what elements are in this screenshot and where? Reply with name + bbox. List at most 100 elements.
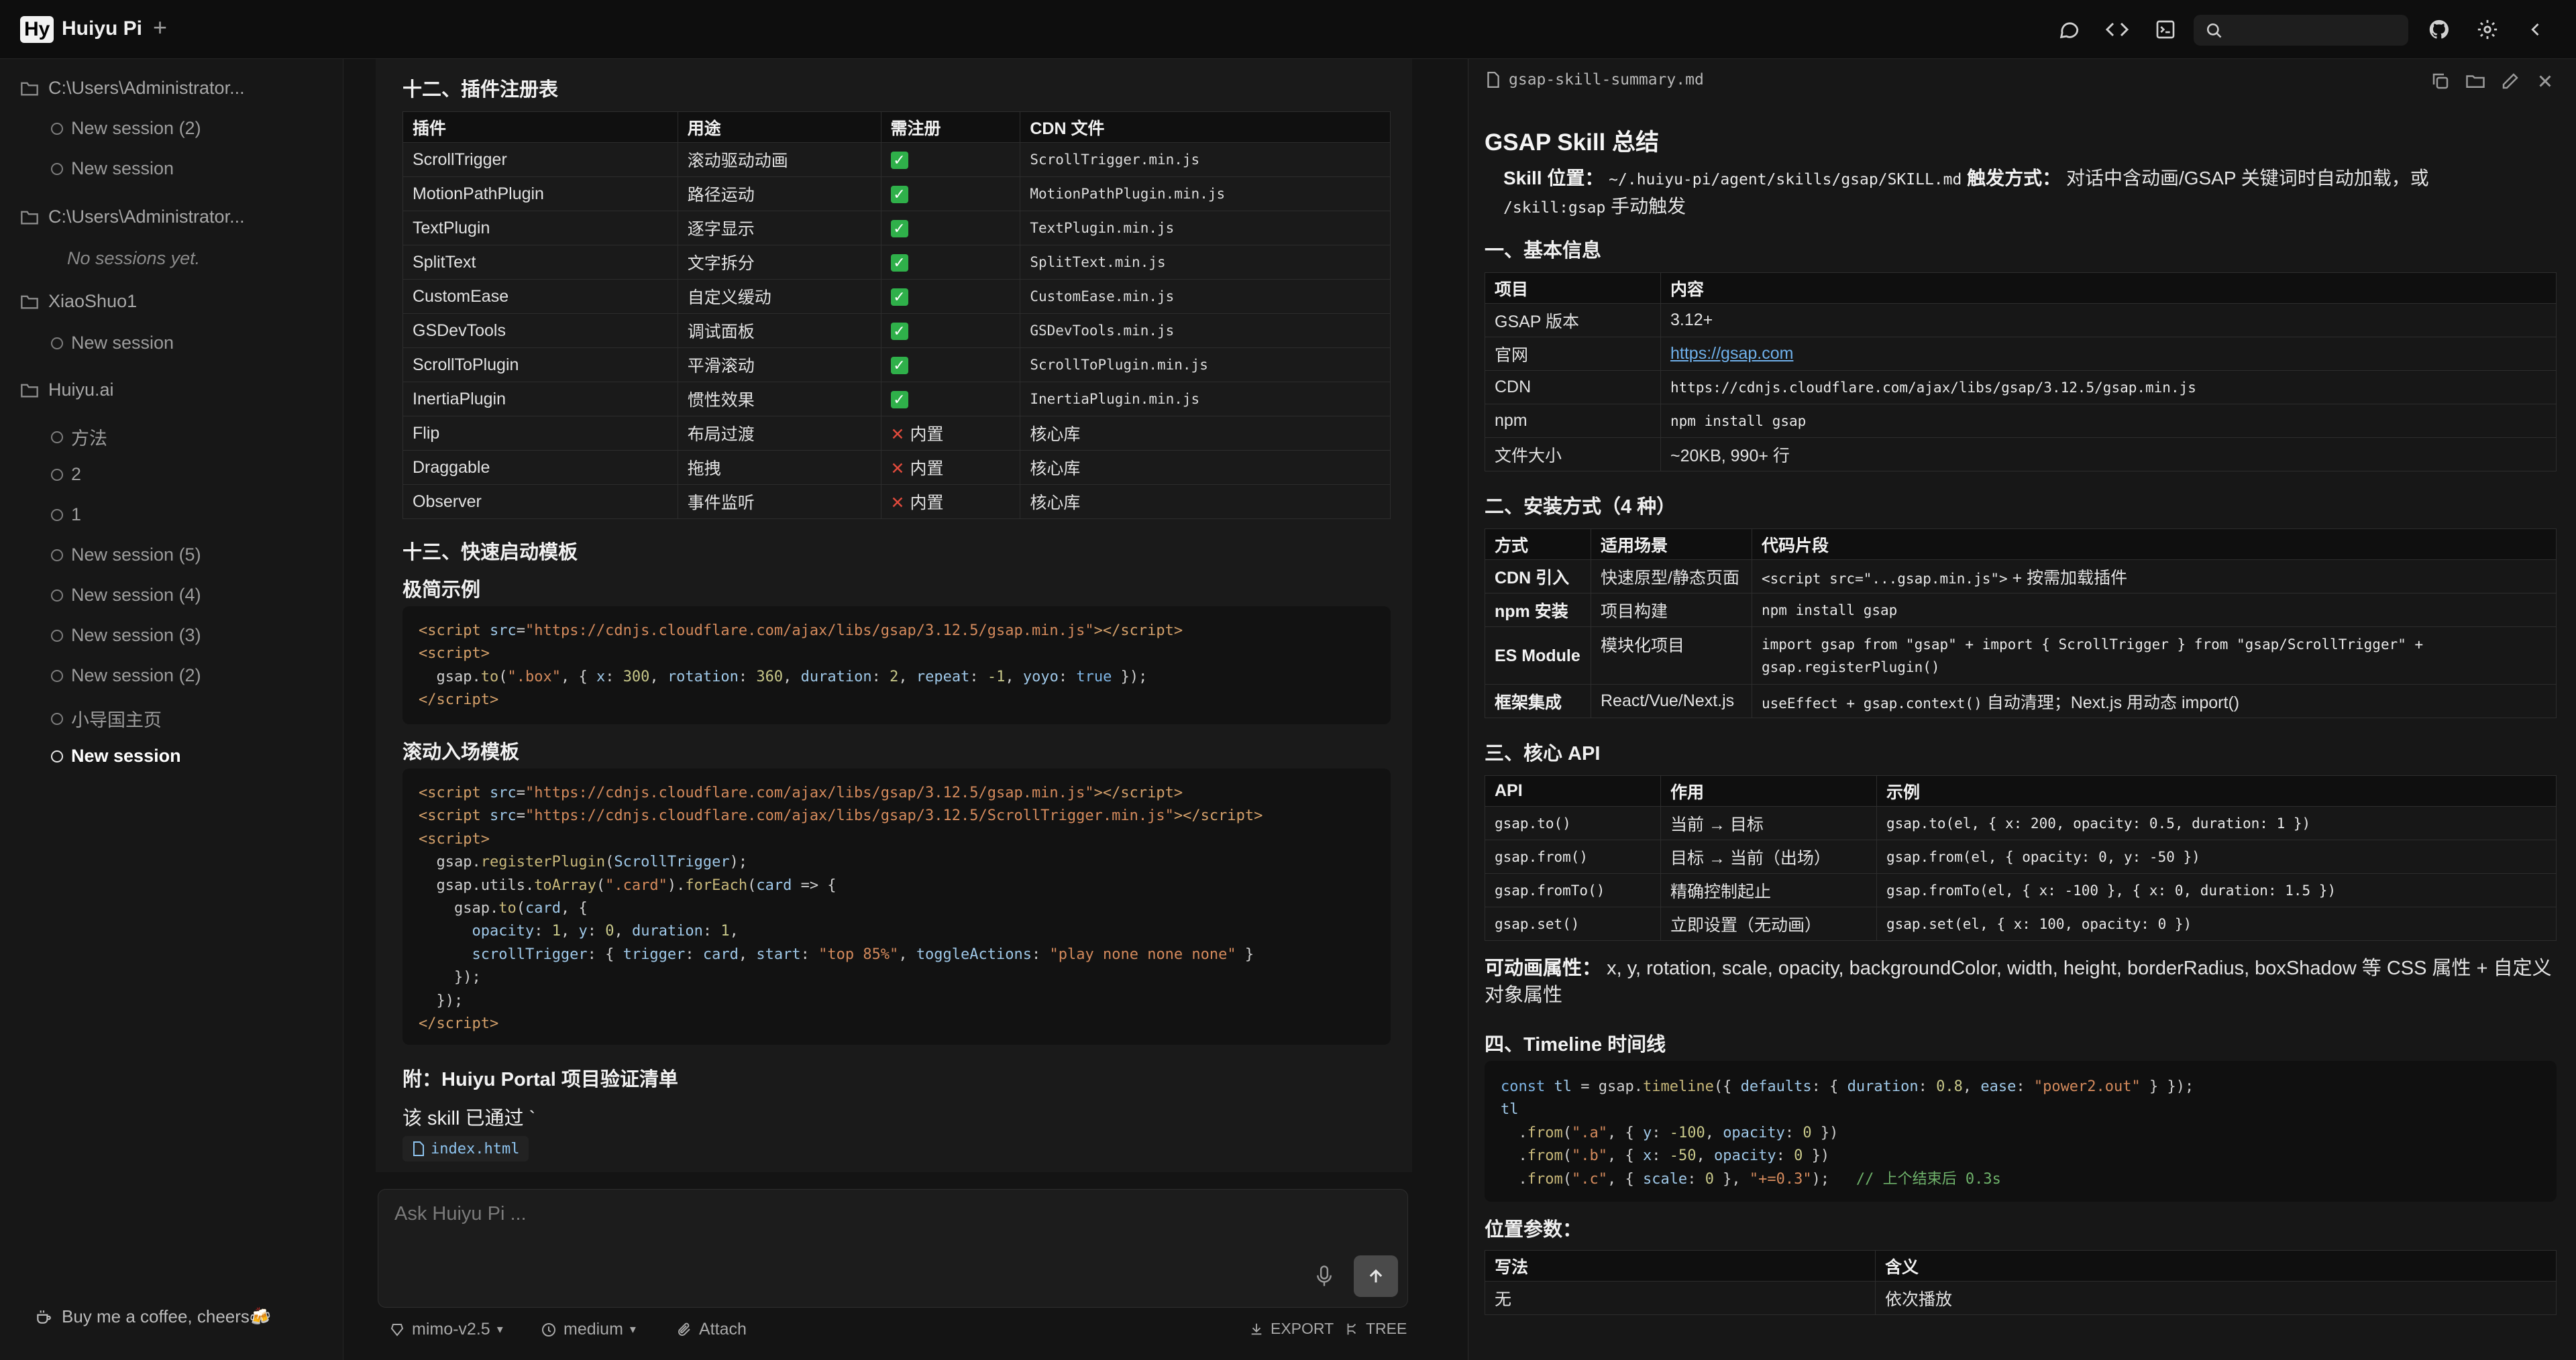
sidebar-session[interactable]: New session (5) [51, 545, 201, 565]
sidebar-session[interactable]: New session (4) [51, 585, 201, 606]
chevron-left-icon[interactable] [2522, 16, 2549, 43]
sidebar-session[interactable]: 小导国主页 [51, 705, 162, 732]
copy-icon[interactable] [2430, 71, 2451, 91]
sidebar-session[interactable]: 2 [51, 464, 81, 485]
table-cell: 无 [1485, 1281, 1876, 1315]
session-dot-icon [51, 629, 63, 642]
table-row: Flip 布局过渡 ✕ 内置 核心库 [402, 416, 1391, 451]
table-cell: 3.12+ [1660, 303, 2557, 337]
table-cell: gsap.fromTo(el, { x: -100 }, { x: 0, dur… [1876, 873, 2557, 907]
search-input[interactable] [2194, 15, 2408, 46]
file-chip[interactable]: index.html [402, 1136, 529, 1161]
table-cell: GSDevTools.min.js [1020, 313, 1391, 348]
top-bar: Hy Huiyu Pi + [0, 0, 2576, 59]
open-folder-icon[interactable] [2465, 71, 2485, 91]
model-icon [390, 1323, 404, 1337]
code-block-scroll[interactable]: <script src="https://cdnjs.cloudflare.co… [402, 769, 1391, 1045]
prompt-input[interactable]: Ask Huiyu Pi ... [394, 1203, 527, 1225]
table-cell: 目标 → 当前（出场） [1660, 840, 1877, 874]
session-dot-icon [51, 468, 63, 481]
table-cell: ScrollTrigger.min.js [1020, 142, 1391, 177]
model-selector[interactable]: mimo-v2.5 ▾ [389, 1320, 503, 1339]
table-cell: 模块化项目 [1591, 626, 1752, 685]
sidebar-folder[interactable]: C:\Users\Administrator... [20, 207, 245, 227]
edit-icon[interactable] [2500, 71, 2520, 91]
close-icon[interactable] [2535, 71, 2555, 91]
no-sessions-text: No sessions yet. [67, 248, 201, 268]
section-heading: 二、安装方式（4 种） [1485, 496, 1676, 518]
table-cell: ES Module [1485, 626, 1591, 685]
table-cell: ~20KB, 990+ 行 [1660, 437, 2557, 471]
tree-button[interactable]: TREE [1344, 1320, 1407, 1338]
prompt-composer[interactable]: Ask Huiyu Pi ... [378, 1189, 1408, 1308]
sidebar-session[interactable]: New session (2) [51, 665, 201, 686]
table-row: ScrollTrigger 滚动驱动动画 ✓ ScrollTrigger.min.js [402, 142, 1391, 177]
session-label: New session [71, 746, 181, 766]
table-cell: CDN [1485, 370, 1661, 404]
effort-selector[interactable]: medium ▾ [541, 1320, 636, 1339]
session-label: 2 [71, 464, 82, 484]
sidebar-session[interactable]: 1 [51, 504, 81, 525]
table-cell: https://cdnjs.cloudflare.com/ajax/libs/g… [1660, 370, 2557, 404]
table-cell: gsap.set(el, { x: 100, opacity: 0 }) [1876, 907, 2557, 941]
sidebar-folder[interactable]: Huiyu.ai [20, 380, 114, 400]
table-cell: ✓ [880, 142, 1021, 177]
cell-text: 自动清理；Next.js 用动态 import() [1986, 693, 2240, 712]
section-heading: 四、Timeline 时间线 [1485, 1034, 1666, 1056]
gear-icon[interactable] [2474, 16, 2501, 43]
sidebar-session[interactable]: New session (3) [51, 625, 201, 646]
basic-info-table: 项目 内容 GSAP 版本 3.12+ 官网 https://gsap.com CD… [1485, 272, 2557, 471]
table-header: 插件 [402, 111, 678, 143]
attach-label: Attach [699, 1320, 747, 1339]
github-icon[interactable] [2426, 16, 2453, 43]
sidebar-folder[interactable]: C:\Users\Administrator... [20, 78, 245, 99]
sidebar-session[interactable]: New session [51, 158, 174, 179]
table-cell: gsap.from(el, { opacity: 0, y: -50 }) [1876, 840, 2557, 874]
session-dot-icon [51, 589, 63, 602]
table-cell: GSAP 版本 [1485, 303, 1661, 337]
table-cell: ✓ [880, 279, 1021, 314]
microphone-icon[interactable] [1314, 1265, 1334, 1288]
sidebar-session-active[interactable]: New session [51, 746, 181, 767]
folder-label: C:\Users\Administrator... [48, 78, 245, 98]
table-row: GSDevTools 调试面板 ✓ GSDevTools.min.js [402, 313, 1391, 348]
send-button[interactable] [1354, 1255, 1398, 1297]
check-icon: ✓ [890, 322, 908, 340]
chat-icon[interactable] [2055, 16, 2082, 43]
table-row: SplitText 文字拆分 ✓ SplitText.min.js [402, 245, 1391, 280]
app-logo: Hy [20, 16, 54, 43]
attach-button[interactable]: Attach [676, 1320, 747, 1339]
table-cell: 框架集成 [1485, 684, 1591, 718]
chat-transcript[interactable]: 十二、插件注册表 插件 用途 需注册 CDN 文件 ScrollTrigger 滚… [376, 59, 1412, 1172]
model-label: mimo-v2.5 [412, 1320, 490, 1339]
table-cell: 布局过渡 [677, 416, 881, 451]
sidebar-session[interactable]: New session (2) [51, 118, 201, 139]
new-tab-plus-icon[interactable]: + [153, 13, 167, 42]
export-button[interactable]: EXPORT [1249, 1320, 1334, 1338]
table-cell: CustomEase [402, 279, 678, 314]
sidebar-session[interactable]: New session [51, 333, 174, 353]
table-cell: ✕ 内置 [880, 416, 1021, 451]
session-label: New session [71, 158, 174, 178]
table-cell: ✓ [880, 245, 1021, 280]
cell-text: 内置 [910, 494, 944, 512]
cross-icon: ✕ [890, 494, 905, 512]
session-dot-icon [51, 122, 63, 135]
table-cell: npm 安装 [1485, 593, 1591, 627]
table-cell: CustomEase.min.js [1020, 279, 1391, 314]
code-block-minimal[interactable]: <script src="https://cdnjs.cloudflare.co… [402, 606, 1391, 724]
check-icon: ✓ [890, 390, 908, 408]
buy-coffee-link[interactable]: Buy me a coffee, cheers🍻 [35, 1306, 271, 1327]
table-cell: 立即设置（无动画） [1660, 907, 1877, 941]
session-dot-icon [51, 549, 63, 561]
website-link[interactable]: https://gsap.com [1670, 344, 1793, 363]
table-cell: gsap.from() [1485, 840, 1661, 874]
table-row: Draggable 拖拽 ✕ 内置 核心库 [402, 450, 1391, 485]
code-block-timeline[interactable]: const tl = gsap.timeline({ defaults: { d… [1485, 1061, 2557, 1202]
table-cell: useEffect + gsap.context() 自动清理；Next.js … [1752, 684, 2557, 718]
code-icon[interactable] [2104, 16, 2131, 43]
terminal-icon[interactable] [2152, 16, 2179, 43]
sidebar-session[interactable]: 方法 [51, 424, 107, 450]
table-cell: https://gsap.com [1660, 337, 2557, 371]
sidebar-folder[interactable]: XiaoShuo1 [20, 291, 137, 312]
